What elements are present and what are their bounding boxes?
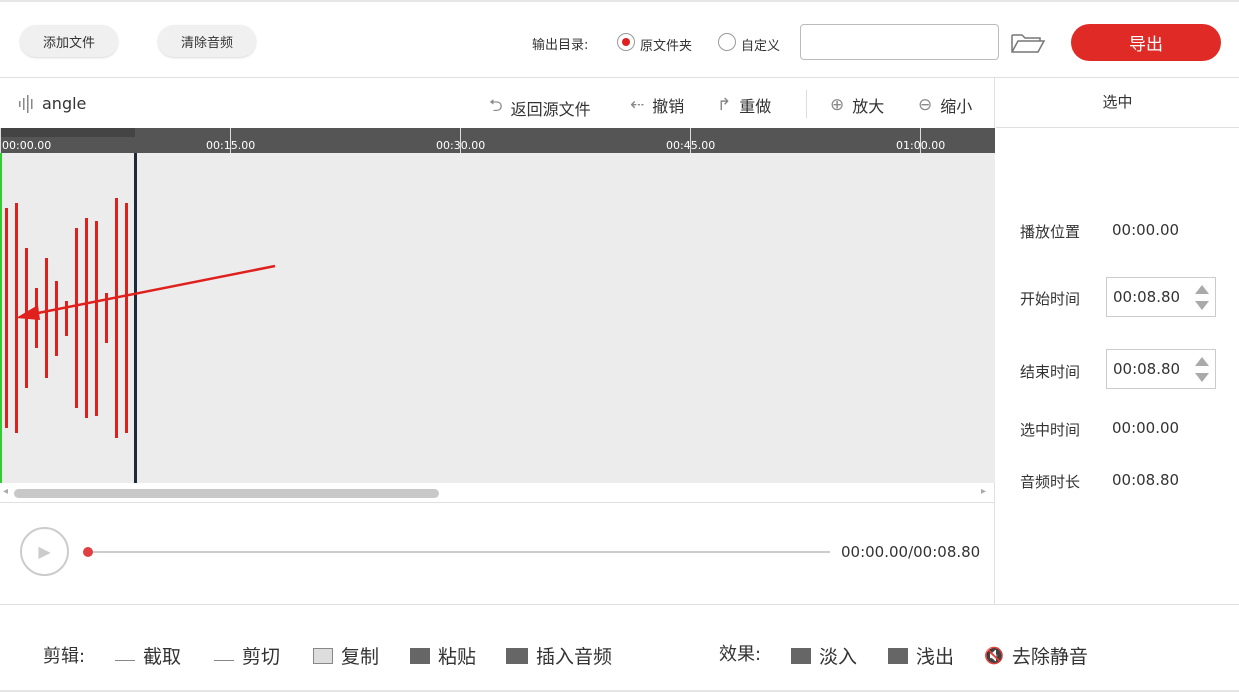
play-position-value: 00:00.00 [1112,221,1180,239]
waveform-icon [19,94,33,113]
file-name: angle [18,94,86,113]
time-readout: 00:00.00/00:08.80 [841,543,981,561]
editor-toolbar: angle ⮌ 返回源文件 ⇠ 撤销 ↱ 重做 ⊕ 放大 ⊖ 缩小 [0,78,995,128]
ruler-tick-label: 00:00.00 [2,139,52,152]
fade-in-icon [791,647,811,664]
duration-value: 00:08.80 [1112,471,1180,489]
duration-label: 音频时长 [1020,473,1081,491]
zoom-out-button[interactable]: ⊖ 缩小 [918,93,972,117]
end-time-value[interactable]: 00:08.80 [1113,360,1180,378]
progress-track[interactable] [88,551,830,553]
radio-source-folder-label[interactable]: 原文件夹 [640,35,692,54]
paste-icon [410,647,430,664]
undo-label: 撤销 [652,97,685,116]
remove-silence-button[interactable]: 🔇 去除静音 [984,642,1088,669]
export-button[interactable]: 导出 [1071,24,1221,61]
ruler-selection-band [0,128,135,137]
scroll-right-icon[interactable]: ▸ [981,486,986,497]
scroll-left-icon[interactable]: ◂ [3,486,8,497]
file-name-label: angle [42,94,87,113]
back-to-source-label: 返回源文件 [510,99,591,119]
time-ruler[interactable]: 00:00.00 00:15.00 00:30.00 00:45.00 01:0… [0,128,995,153]
increment-icon[interactable] [1195,285,1209,294]
output-dir-input[interactable] [800,24,999,60]
increment-icon[interactable] [1195,357,1209,366]
redo-label: 重做 [739,97,772,116]
edit-label: 剪辑: [43,646,86,667]
redo-icon: ↱ [717,95,732,115]
output-dir-label: 输出目录: [532,38,589,53]
waveform-area[interactable] [0,153,995,483]
insert-audio-button[interactable]: 插入音频 [506,642,612,669]
copy-button[interactable]: 复制 [313,642,379,669]
decrement-icon[interactable] [1195,373,1209,382]
scrollbar-thumb[interactable] [14,489,439,498]
undo-icon: ⇠ [630,95,645,115]
return-icon: ⮌ [489,96,503,116]
decrement-icon[interactable] [1195,301,1209,310]
cut-label: 剪切 [242,646,281,668]
paste-button[interactable]: 粘贴 [410,642,476,669]
remove-silence-label: 去除静音 [1011,646,1088,668]
end-time-label: 结束时间 [1020,363,1081,381]
insert-audio-label: 插入音频 [536,646,613,668]
panel-title: 选中 [996,78,1239,128]
ruler-tick-label: 00:30.00 [436,139,486,152]
bottom-toolbar: 剪辑: 截取 剪切 复制 粘贴 插入音频 效果: 淡入 浅出 🔇 去除静音 [0,604,1239,692]
trim-label: 截取 [143,646,182,668]
zoom-in-button[interactable]: ⊕ 放大 [830,93,884,117]
player-bar: ▶ 00:00.00/00:08.80 [0,503,995,604]
back-to-source-button[interactable]: ⮌ 返回源文件 [489,93,591,122]
zoom-in-icon: ⊕ [830,95,845,115]
horizontal-scrollbar[interactable]: ◂ ▸ [0,483,995,503]
trim-icon [115,651,135,661]
trim-button[interactable]: 截取 [115,642,181,669]
start-time-stepper[interactable]: 00:08.80 [1106,277,1216,317]
redo-button[interactable]: ↱ 重做 [717,93,771,117]
toolbar-divider [806,90,807,118]
add-file-button[interactable]: 添加文件 [20,25,118,57]
copy-label: 复制 [341,646,380,668]
fade-out-icon [888,647,908,664]
fade-in-button[interactable]: 淡入 [791,642,857,669]
copy-icon [313,647,333,664]
ruler-tick [0,128,1,153]
selected-time-label: 选中时间 [1020,421,1081,439]
selected-time-value: 00:00.00 [1112,419,1180,437]
fade-out-button[interactable]: 浅出 [888,642,954,669]
start-time-label: 开始时间 [1020,290,1081,308]
selection-panel: 选中 播放位置 00:00.00 开始时间 00:08.80 结束时间 00:0… [996,78,1239,604]
play-icon: ▶ [38,542,51,561]
ruler-tick-label: 00:15.00 [206,139,256,152]
mute-icon: 🔇 [984,646,1004,665]
play-button[interactable]: ▶ [20,527,69,576]
radio-custom-label[interactable]: 自定义 [741,35,780,54]
paste-label: 粘贴 [438,646,477,668]
effects-label: 效果: [719,644,762,665]
ruler-tick-label: 01:00.00 [896,139,946,152]
zoom-out-icon: ⊖ [918,95,933,115]
fade-in-label: 淡入 [819,646,858,668]
top-bar: 添加文件 清除音频 输出目录: 原文件夹 自定义 导出 [0,0,1239,78]
insert-audio-icon [506,647,528,664]
arrow-annotation [16,264,276,320]
start-time-value[interactable]: 00:08.80 [1113,288,1180,306]
cut-icon [214,651,234,661]
radio-source-folder[interactable] [617,33,635,51]
undo-button[interactable]: ⇠ 撤销 [630,93,684,117]
radio-custom[interactable] [718,33,736,51]
cut-button[interactable]: 剪切 [214,642,280,669]
play-position-label: 播放位置 [1020,223,1081,241]
editor-panel: angle ⮌ 返回源文件 ⇠ 撤销 ↱ 重做 ⊕ 放大 ⊖ 缩小 00:00.… [0,78,995,604]
folder-open-icon[interactable] [1010,32,1046,54]
zoom-in-label: 放大 [852,97,885,116]
end-time-stepper[interactable]: 00:08.80 [1106,349,1216,389]
zoom-out-label: 缩小 [940,97,973,116]
progress-knob[interactable] [83,547,93,557]
fade-out-label: 浅出 [916,646,955,668]
ruler-tick-label: 00:45.00 [666,139,716,152]
clear-audio-button[interactable]: 清除音频 [158,25,256,57]
